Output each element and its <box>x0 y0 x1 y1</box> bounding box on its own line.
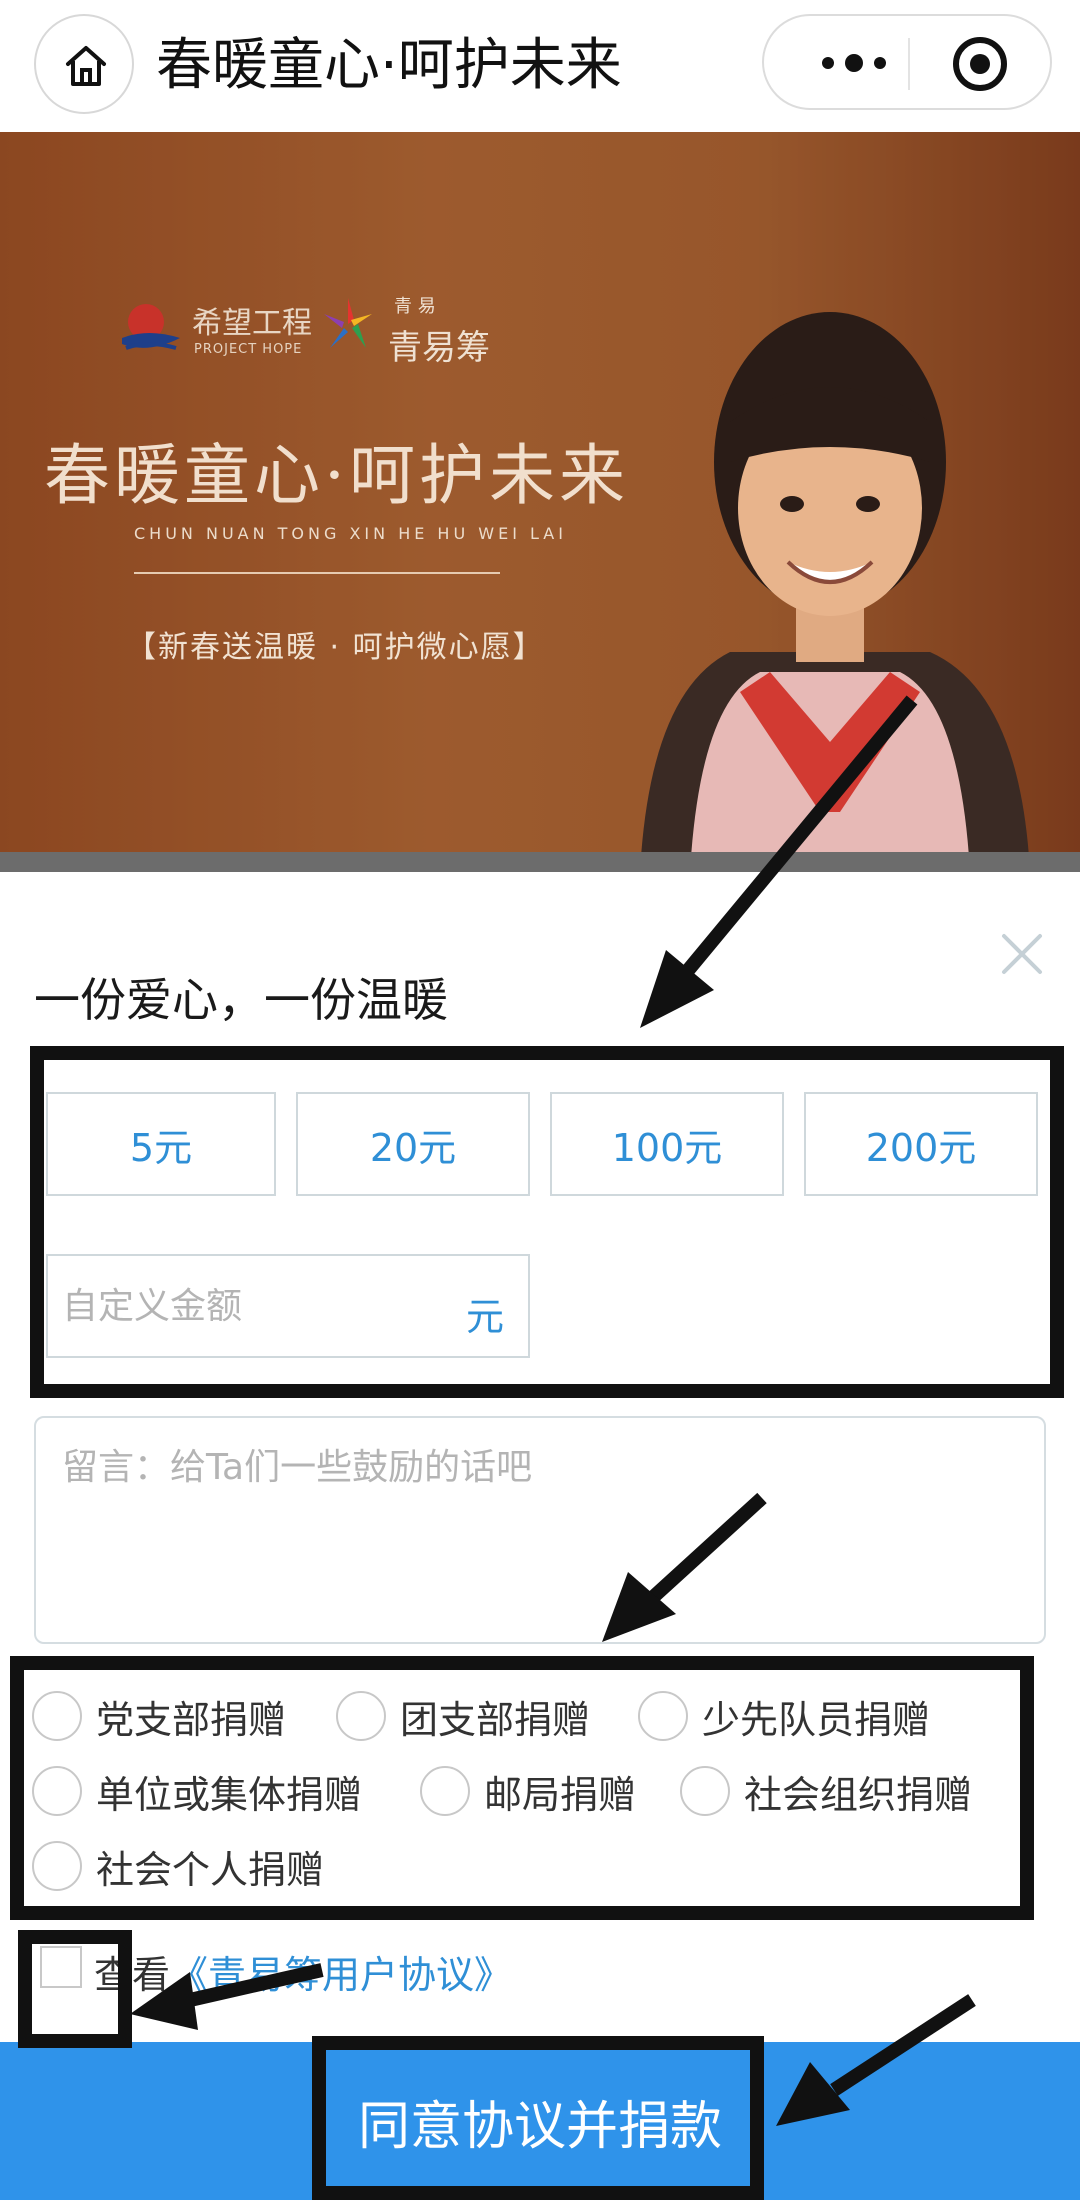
donate-button[interactable]: 同意协议并捐款 <box>0 2042 1080 2200</box>
banner-title: 春暖童心·呵护未来 <box>44 437 629 514</box>
amount-option-100[interactable]: 100元 <box>550 1092 784 1196</box>
message-input[interactable] <box>62 1438 1022 1628</box>
capsule-divider <box>908 38 910 90</box>
agreement-prefix: 查看 <box>94 1953 171 1997</box>
home-button[interactable] <box>34 14 134 114</box>
project-hope-subtitle: PROJECT HOPE <box>194 342 303 357</box>
top-nav-bar: 春暖童心·呵护未来 <box>0 0 1080 132</box>
mini-program-capsule <box>762 14 1052 110</box>
banner-image: 希望工程 PROJECT HOPE 青 易 青易筹 春暖童心·呵护未来 CHUN… <box>0 132 1080 854</box>
project-hope-name: 希望工程 <box>192 306 312 341</box>
donor-type-label: 社会个人捐赠 <box>96 1847 325 1892</box>
donor-type-organization[interactable]: 单位或集体捐赠 <box>32 1763 362 1819</box>
radio-circle[interactable] <box>638 1691 688 1741</box>
banner-divider <box>134 572 500 574</box>
custom-amount-field[interactable]: 元 <box>46 1254 530 1358</box>
custom-amount-input[interactable] <box>62 1278 442 1334</box>
home-icon <box>66 46 106 86</box>
page-title: 春暖童心·呵护未来 <box>156 33 622 98</box>
message-box[interactable] <box>34 1416 1046 1644</box>
radio-circle[interactable] <box>680 1766 730 1816</box>
amount-option-200[interactable]: 200元 <box>804 1092 1038 1196</box>
qingyichou-logo <box>324 298 372 348</box>
banner-bottom-edge <box>0 852 1080 872</box>
donate-button-label: 同意协议并捐款 <box>357 2096 722 2157</box>
radio-circle[interactable] <box>336 1691 386 1741</box>
donor-type-label: 党支部捐赠 <box>96 1697 287 1742</box>
donor-type-label: 单位或集体捐赠 <box>96 1772 363 1817</box>
donor-type-label: 社会组织捐赠 <box>744 1772 973 1817</box>
amount-option-5[interactable]: 5元 <box>46 1092 276 1196</box>
project-hope-logo <box>122 304 180 350</box>
donor-type-social-organization[interactable]: 社会组织捐赠 <box>680 1763 972 1819</box>
donor-type-label: 少先队员捐赠 <box>702 1697 931 1742</box>
custom-amount-unit: 元 <box>465 1295 504 1339</box>
radio-circle[interactable] <box>32 1766 82 1816</box>
more-dots-icon[interactable] <box>804 38 904 88</box>
agreement-text: 查看《青易筹用户协议》 <box>94 1944 512 1999</box>
donor-type-post-office[interactable]: 邮局捐赠 <box>420 1763 636 1819</box>
partner-logos: 希望工程 PROJECT HOPE 青 易 青易筹 <box>118 292 518 372</box>
user-agreement-link[interactable]: 《青易筹用户协议》 <box>170 1953 512 1997</box>
radio-circle[interactable] <box>420 1766 470 1816</box>
banner-pinyin: CHUN NUAN TONG XIN HE HU WEI LAI <box>134 524 567 543</box>
radio-circle[interactable] <box>32 1691 82 1741</box>
child-photo <box>641 312 1029 854</box>
donor-type-individual[interactable]: 社会个人捐赠 <box>32 1838 324 1894</box>
qingyichou-logo-small-text: 青 易 <box>394 296 436 317</box>
qingyichou-name: 青易筹 <box>388 328 490 368</box>
banner-slogan: 【新春送温暖 · 呵护微心愿】 <box>126 630 545 665</box>
radio-circle[interactable] <box>32 1841 82 1891</box>
close-icon[interactable] <box>1000 932 1044 976</box>
donor-type-league-branch[interactable]: 团支部捐赠 <box>336 1688 590 1744</box>
donor-type-young-pioneer[interactable]: 少先队员捐赠 <box>638 1688 930 1744</box>
agreement-checkbox[interactable] <box>40 1946 82 1988</box>
donation-heading: 一份爱心，一份温暖 <box>34 973 448 1027</box>
amount-option-20[interactable]: 20元 <box>296 1092 530 1196</box>
donor-type-label: 团支部捐赠 <box>400 1697 591 1742</box>
donor-type-party-branch[interactable]: 党支部捐赠 <box>32 1688 286 1744</box>
target-icon[interactable] <box>950 34 1010 94</box>
donor-type-label: 邮局捐赠 <box>484 1772 637 1817</box>
